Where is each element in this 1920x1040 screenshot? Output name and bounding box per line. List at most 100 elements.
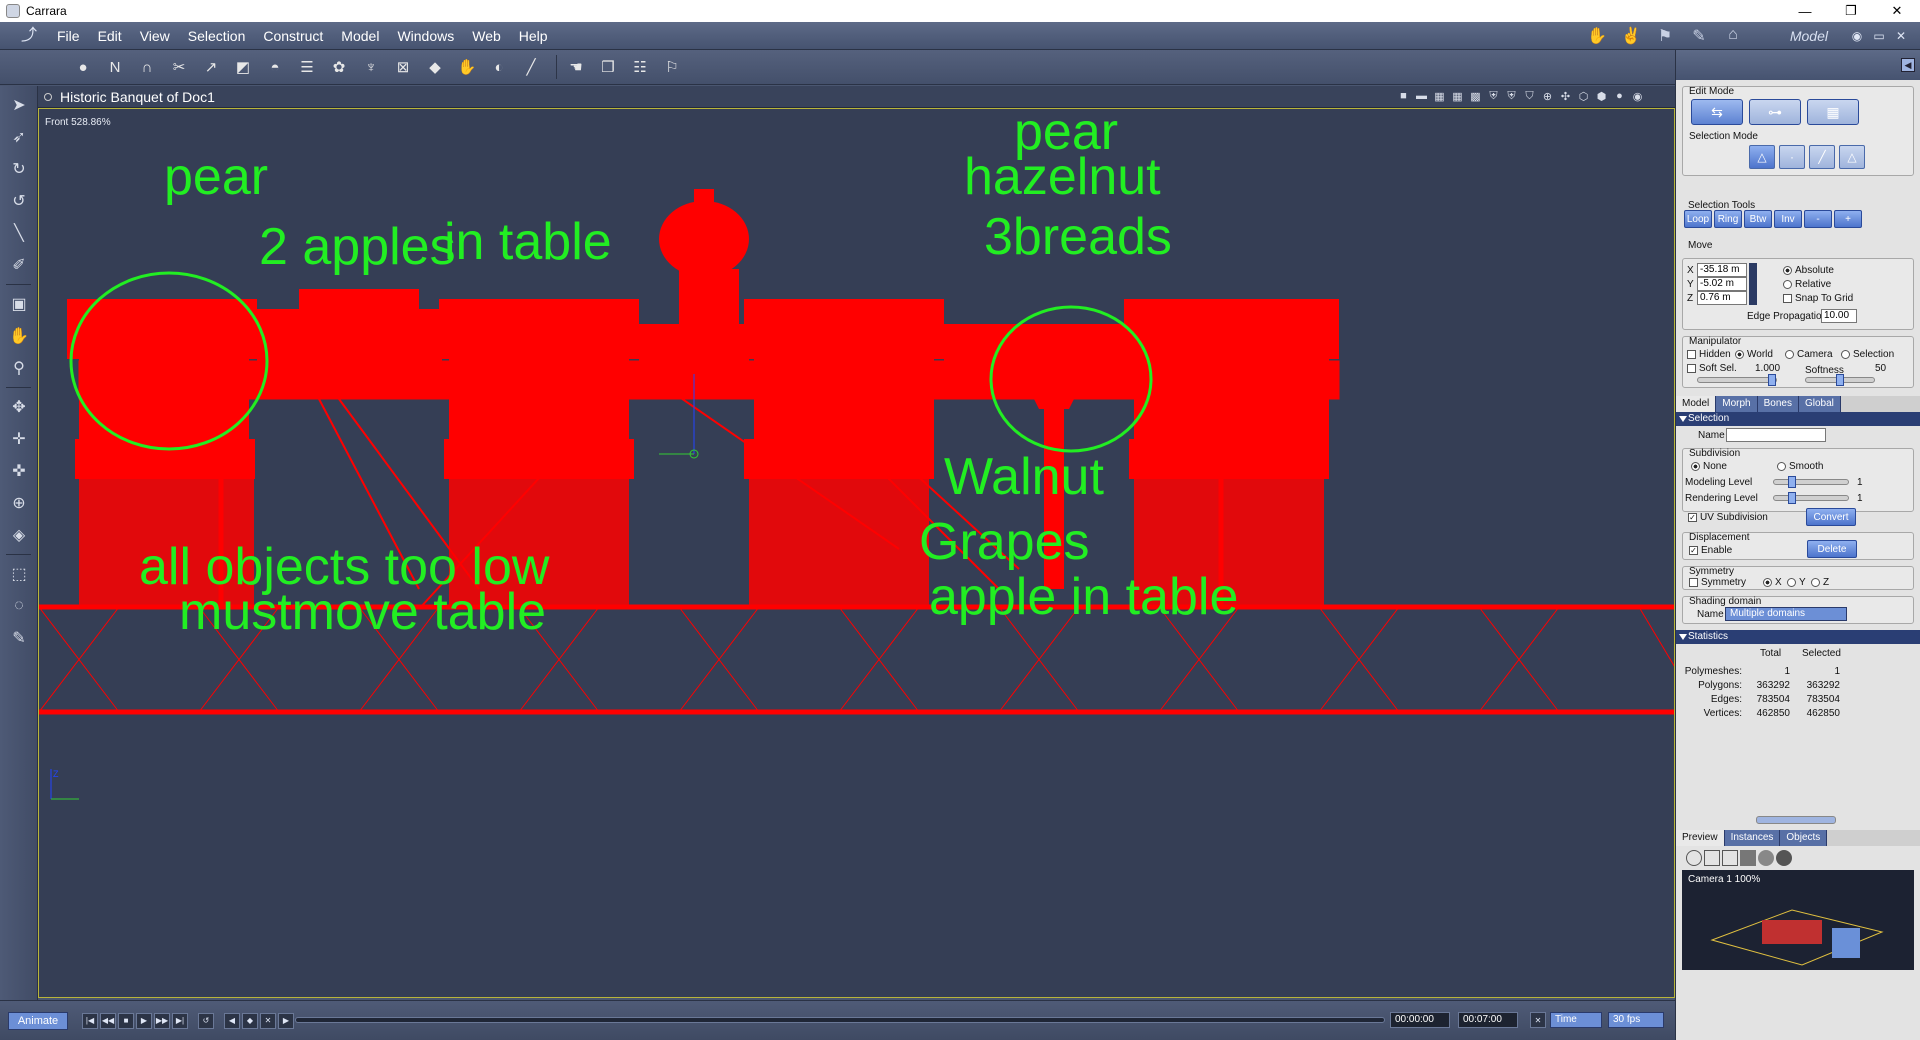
viewport[interactable]: Front 528.86% Z pear 2 apples in table a… xyxy=(38,108,1675,998)
shaded-cube-icon[interactable]: ⬢ xyxy=(1594,90,1609,104)
hand-tool-icon[interactable]: ☚ xyxy=(563,54,589,80)
x-field[interactable]: -35.18 m xyxy=(1697,263,1747,277)
scale-icon[interactable]: ✜ xyxy=(5,458,33,484)
ring-button[interactable]: Ring xyxy=(1714,210,1742,228)
y-field[interactable]: -5.02 m xyxy=(1697,277,1747,291)
tab-morph[interactable]: Morph xyxy=(1716,396,1758,412)
room-model-icon[interactable]: ✌ xyxy=(1619,26,1643,46)
sculpt-hand-icon[interactable]: ✋ xyxy=(454,54,480,80)
flag-icon[interactable]: ⚐ xyxy=(659,54,685,80)
globe-icon[interactable]: ◐ xyxy=(486,54,512,80)
tab-preview[interactable]: Preview xyxy=(1676,830,1725,846)
pan-hand-icon[interactable]: ✋ xyxy=(5,323,33,349)
select-face-button[interactable]: △ xyxy=(1839,145,1865,169)
sphere-render-icon[interactable]: ◉ xyxy=(1630,90,1645,104)
menu-file[interactable]: File xyxy=(48,28,89,44)
tab-objects[interactable]: Objects xyxy=(1780,830,1828,846)
delete-button[interactable]: Delete xyxy=(1807,540,1857,558)
move-icon[interactable]: ✥ xyxy=(5,394,33,420)
loop-icon[interactable]: ↺ xyxy=(198,1012,214,1029)
viewport-menu-dot[interactable] xyxy=(44,92,52,101)
menu-model[interactable]: Model xyxy=(332,28,388,44)
doc-close-icon[interactable]: ✕ xyxy=(1890,29,1912,43)
time-scrubber[interactable] xyxy=(295,1017,1385,1023)
brush-icon[interactable]: ✐ xyxy=(5,252,33,278)
scissors-icon[interactable]: ✂ xyxy=(166,54,192,80)
shield-3-icon[interactable]: ⛉ xyxy=(1522,90,1537,104)
selection-radio[interactable]: Selection xyxy=(1841,349,1894,360)
pen-icon[interactable]: ╱ xyxy=(518,54,544,80)
y-spinner[interactable] xyxy=(1749,277,1757,291)
tab-model[interactable]: Model xyxy=(1676,396,1717,412)
menu-selection[interactable]: Selection xyxy=(179,28,255,44)
box-frame-icon[interactable]: ⊠ xyxy=(390,54,416,80)
go-end-icon[interactable]: ▶| xyxy=(172,1012,188,1029)
menu-construct[interactable]: Construct xyxy=(254,28,332,44)
wire-cube-icon[interactable]: ⬡ xyxy=(1576,90,1591,104)
shrink-button[interactable]: - xyxy=(1804,210,1832,228)
extrude-icon[interactable]: ↗ xyxy=(198,54,224,80)
rotate-icon[interactable]: ↻ xyxy=(5,156,33,182)
axis-icon[interactable]: ✣ xyxy=(1558,90,1573,104)
lathe-icon[interactable]: ☰ xyxy=(294,54,320,80)
layout-four-icon[interactable]: ▦ xyxy=(1450,90,1465,104)
edit-mode-grid-button[interactable]: ▦ xyxy=(1807,99,1859,125)
prev-key-icon[interactable]: ◀ xyxy=(224,1012,240,1029)
menu-edit[interactable]: Edit xyxy=(89,28,131,44)
sym-x-radio[interactable]: X xyxy=(1763,577,1782,588)
preview-cube-icon[interactable] xyxy=(1704,850,1720,866)
cup-icon[interactable]: ♆ xyxy=(358,54,384,80)
rewind-icon[interactable]: ◀◀ xyxy=(100,1012,116,1029)
uv-subdivision-checkbox[interactable]: ✓ UV Subdivision xyxy=(1688,512,1768,523)
symmetry-checkbox[interactable]: Symmetry xyxy=(1689,577,1746,588)
twist-icon[interactable]: ↺ xyxy=(5,188,33,214)
cube-hand-icon[interactable]: ❒ xyxy=(595,54,621,80)
x-spinner[interactable] xyxy=(1749,263,1757,277)
shading-domain-select[interactable]: Multiple domains xyxy=(1725,607,1847,621)
preview-sphere-icon[interactable] xyxy=(1758,850,1774,866)
time-mode-select[interactable]: Time xyxy=(1550,1012,1602,1028)
none-radio[interactable]: None xyxy=(1691,461,1727,472)
softness-slider[interactable] xyxy=(1805,374,1875,386)
menu-web[interactable]: Web xyxy=(463,28,510,44)
paint-select-icon[interactable]: ✎ xyxy=(5,625,33,651)
absolute-radio[interactable]: Absolute xyxy=(1783,265,1834,276)
menu-windows[interactable]: Windows xyxy=(388,28,463,44)
vertex-select-icon[interactable]: ➶ xyxy=(5,124,33,150)
name-field[interactable] xyxy=(1726,428,1826,442)
layout-single-icon[interactable]: ■ xyxy=(1396,90,1411,104)
sym-z-radio[interactable]: Z xyxy=(1811,577,1829,588)
relative-radio[interactable]: Relative xyxy=(1783,279,1831,290)
knife-icon[interactable]: ╲ xyxy=(5,220,33,246)
texture-icon[interactable]: ◈ xyxy=(5,522,33,548)
move-plane-icon[interactable]: ✛ xyxy=(5,426,33,452)
layout-two-icon[interactable]: ▬ xyxy=(1414,90,1429,104)
snap-icon[interactable]: ⊕ xyxy=(1540,90,1555,104)
animate-button[interactable]: Animate xyxy=(8,1011,68,1030)
current-time-field[interactable]: 00:00:00 xyxy=(1390,1012,1450,1028)
stop-icon[interactable]: ■ xyxy=(118,1012,134,1029)
loop-button[interactable]: Loop xyxy=(1684,210,1712,228)
grow-button[interactable]: + xyxy=(1834,210,1862,228)
preview-cube3-icon[interactable] xyxy=(1740,850,1756,866)
tab-instances[interactable]: Instances xyxy=(1724,830,1781,846)
z-field[interactable]: 0.76 m xyxy=(1697,291,1747,305)
tab-global[interactable]: Global xyxy=(1798,396,1841,412)
close-button[interactable]: ✕ xyxy=(1874,0,1920,22)
menu-view[interactable]: View xyxy=(131,28,179,44)
shield-icon[interactable]: ⛨ xyxy=(1486,90,1501,104)
preview-sphere2-icon[interactable] xyxy=(1776,850,1792,866)
invert-button[interactable]: Inv xyxy=(1774,210,1802,228)
delete-key-icon[interactable]: ✕ xyxy=(260,1012,276,1029)
camera-radio[interactable]: Camera xyxy=(1785,349,1833,360)
zoom-icon[interactable]: ⚲ xyxy=(5,355,33,381)
room-texture-icon[interactable]: ✎ xyxy=(1687,26,1711,46)
smooth-radio[interactable]: Smooth xyxy=(1777,461,1823,472)
play-icon[interactable]: ▶ xyxy=(136,1012,152,1029)
enable-checkbox[interactable]: ✓ Enable xyxy=(1689,545,1732,556)
bevel-icon[interactable]: ◩ xyxy=(230,54,256,80)
shield-2-icon[interactable]: ⛨ xyxy=(1504,90,1519,104)
dome-icon[interactable]: ◓ xyxy=(262,54,288,80)
preview-image[interactable]: Camera 1 100% xyxy=(1682,870,1914,970)
soft-sel-checkbox[interactable]: Soft Sel. xyxy=(1687,363,1737,374)
